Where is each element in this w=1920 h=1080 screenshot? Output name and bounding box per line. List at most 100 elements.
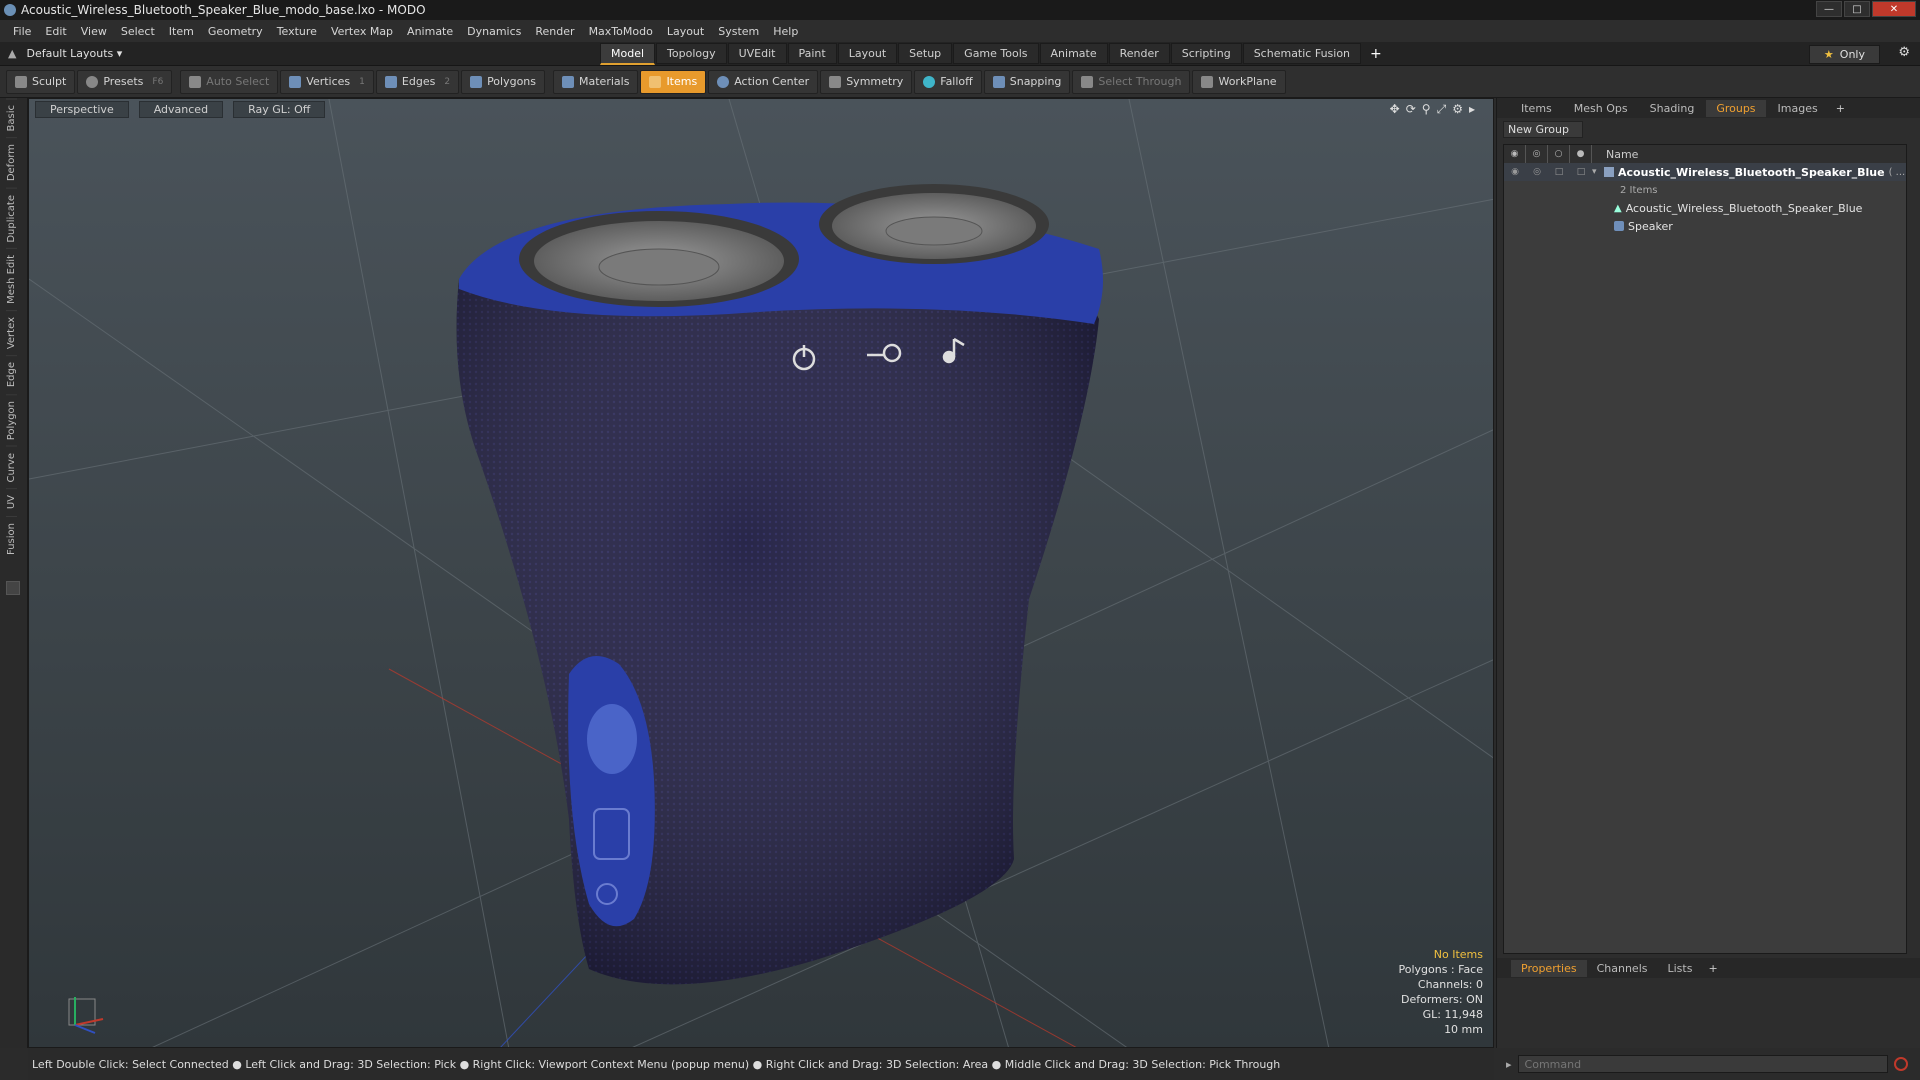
tab-mesh-ops[interactable]: Mesh Ops <box>1564 100 1638 117</box>
left-tab-duplicate[interactable]: Duplicate <box>6 187 17 249</box>
auto-select-button[interactable]: Auto Select <box>180 69 279 94</box>
falloff-button[interactable]: Falloff <box>914 69 982 94</box>
render-icon[interactable]: ◎ <box>1526 167 1548 177</box>
raygl-toggle[interactable]: Ray GL: Off <box>233 100 326 118</box>
sculpt-button[interactable]: Sculpt <box>6 69 76 94</box>
tab-animate[interactable]: Animate <box>1039 43 1108 64</box>
menu-view[interactable]: View <box>74 25 114 38</box>
command-input[interactable] <box>1517 1055 1888 1073</box>
tab-channels[interactable]: Channels <box>1587 960 1658 977</box>
eye-icon[interactable]: ◉ <box>1504 167 1526 177</box>
left-tab-curve[interactable]: Curve <box>6 445 17 489</box>
presets-button[interactable]: Presets F6 <box>77 69 173 94</box>
viewport-info: No Items Polygons : Face Channels: 0 Def… <box>1398 947 1483 1037</box>
select-through-button[interactable]: Select Through <box>1072 69 1191 94</box>
menu-layout[interactable]: Layout <box>660 25 711 38</box>
menu-dynamics[interactable]: Dynamics <box>460 25 528 38</box>
command-arrow-icon[interactable]: ▸ <box>1506 1058 1512 1071</box>
select-icon[interactable]: □ <box>1570 167 1592 177</box>
left-tab-vertex[interactable]: Vertex <box>6 310 17 356</box>
edges-button[interactable]: Edges 2 <box>375 69 460 94</box>
speaker-model[interactable] <box>456 184 1104 985</box>
name-column-header: Name <box>1606 147 1639 161</box>
menu-help[interactable]: Help <box>766 25 805 38</box>
tree-row-speaker[interactable]: Speaker <box>1504 217 1906 235</box>
left-tab-mesh-edit[interactable]: Mesh Edit <box>6 248 17 311</box>
tree-row-mesh[interactable]: ▲ Acoustic_Wireless_Bluetooth_Speaker_Bl… <box>1504 199 1906 217</box>
rotate-icon[interactable]: ⟳ <box>1406 102 1416 117</box>
fit-icon[interactable]: ⤢ <box>1437 102 1447 117</box>
tab-scripting[interactable]: Scripting <box>1170 43 1242 64</box>
tab-schematic-fusion[interactable]: Schematic Fusion <box>1242 43 1362 64</box>
action-center-button[interactable]: Action Center <box>708 69 819 94</box>
materials-button[interactable]: Materials <box>553 69 639 94</box>
menu-item[interactable]: Item <box>162 25 201 38</box>
snapping-icon <box>992 75 1005 88</box>
gear-icon[interactable]: ⚙ <box>1898 45 1910 60</box>
shading-mode-dropdown[interactable]: Advanced <box>138 100 224 118</box>
3d-viewport[interactable]: Perspective Advanced Ray GL: Off ✥ ⟳ ⚲ ⤢… <box>28 98 1494 1048</box>
tab-model[interactable]: Model <box>600 42 656 65</box>
add-tab-icon[interactable]: + <box>1362 46 1390 62</box>
viewport-menu-icon[interactable]: ▸ <box>1469 102 1475 117</box>
record-icon[interactable] <box>1893 1057 1908 1071</box>
maximize-button[interactable]: □ <box>1844 1 1870 17</box>
left-tab-deform[interactable]: Deform <box>6 137 17 188</box>
polygons-button[interactable]: Polygons <box>461 69 546 94</box>
tab-setup[interactable]: Setup <box>898 43 953 64</box>
left-panel-toggle[interactable] <box>6 580 20 595</box>
menu-geometry[interactable]: Geometry <box>201 25 270 38</box>
select-column-icon[interactable]: ● <box>1570 145 1592 163</box>
left-tab-uv[interactable]: UV <box>6 488 17 516</box>
tab-lists[interactable]: Lists <box>1658 960 1703 977</box>
menu-render[interactable]: Render <box>528 25 581 38</box>
close-button[interactable]: ✕ <box>1872 1 1916 17</box>
tab-render[interactable]: Render <box>1108 43 1170 64</box>
expand-icon[interactable]: ▾ <box>1592 167 1604 177</box>
new-group-button[interactable]: New Group <box>1503 121 1583 138</box>
symmetry-icon <box>829 75 842 88</box>
tab-groups[interactable]: Groups <box>1706 99 1766 117</box>
layout-pin-icon[interactable]: ▲ <box>8 47 16 60</box>
add-panel-tab-icon[interactable]: + <box>1830 102 1851 115</box>
tab-items[interactable]: Items <box>1511 100 1562 117</box>
default-layouts-dropdown[interactable]: Default Layouts ▾ <box>26 47 122 60</box>
items-button[interactable]: Items <box>640 69 707 94</box>
menu-vertex-map[interactable]: Vertex Map <box>324 25 400 38</box>
zoom-icon[interactable]: ⚲ <box>1422 102 1431 117</box>
symmetry-button[interactable]: Symmetry <box>820 69 913 94</box>
tab-uvedit[interactable]: UVEdit <box>727 43 787 64</box>
menu-select[interactable]: Select <box>114 25 162 38</box>
tree-row-group[interactable]: ◉ ◎ □ □ ▾ Acoustic_Wireless_Bluetooth_Sp… <box>1504 163 1906 181</box>
left-tab-edge[interactable]: Edge <box>6 355 17 394</box>
tab-layout[interactable]: Layout <box>837 43 898 64</box>
pan-icon[interactable]: ✥ <box>1390 102 1400 117</box>
tab-topology[interactable]: Topology <box>656 43 727 64</box>
menu-system[interactable]: System <box>711 25 766 38</box>
menu-texture[interactable]: Texture <box>270 25 324 38</box>
tab-game-tools[interactable]: Game Tools <box>953 43 1039 64</box>
lock-column-icon[interactable]: ○ <box>1548 145 1570 163</box>
left-tab-basic[interactable]: Basic <box>6 98 17 138</box>
vertices-button[interactable]: Vertices 1 <box>280 69 374 94</box>
tab-shading[interactable]: Shading <box>1640 100 1705 117</box>
left-tab-fusion[interactable]: Fusion <box>6 515 17 561</box>
menu-file[interactable]: File <box>6 25 38 38</box>
minimize-button[interactable]: — <box>1816 1 1842 17</box>
lock-icon[interactable]: □ <box>1548 167 1570 177</box>
tab-paint[interactable]: Paint <box>787 43 837 64</box>
viewport-settings-icon[interactable]: ⚙ <box>1452 102 1463 117</box>
menu-edit[interactable]: Edit <box>38 25 73 38</box>
add-prop-tab-icon[interactable]: + <box>1702 962 1723 975</box>
left-tab-polygon[interactable]: Polygon <box>6 393 17 446</box>
snapping-button[interactable]: Snapping <box>983 69 1071 94</box>
menu-maxtomodo[interactable]: MaxToModo <box>582 25 660 38</box>
only-button[interactable]: ★ Only <box>1808 45 1880 64</box>
workplane-button[interactable]: WorkPlane <box>1192 69 1286 94</box>
tab-properties[interactable]: Properties <box>1511 959 1587 977</box>
view-mode-dropdown[interactable]: Perspective <box>35 100 129 118</box>
visibility-column-icon[interactable]: ◉ <box>1504 145 1526 163</box>
menu-animate[interactable]: Animate <box>400 25 460 38</box>
tab-images[interactable]: Images <box>1768 100 1828 117</box>
render-column-icon[interactable]: ◎ <box>1526 145 1548 163</box>
